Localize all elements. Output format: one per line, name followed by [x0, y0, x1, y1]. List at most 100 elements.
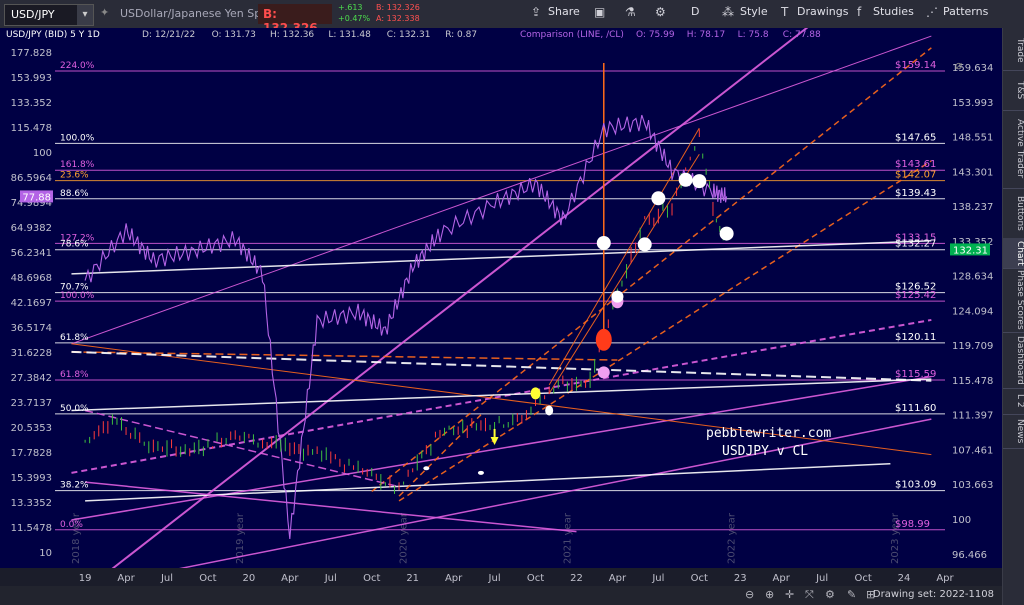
fib-value-label-9: $120.11: [895, 332, 936, 343]
x-axis-tick-16: 23: [734, 573, 747, 584]
left-axis-tick-19: 11.5478: [11, 523, 52, 534]
drawings-button[interactable]: Drawings: [797, 5, 848, 18]
chart-settings-icon[interactable]: ⌀: [955, 58, 969, 72]
x-axis-tick-18: Jul: [815, 573, 828, 584]
sidebar-tab-phase-scores[interactable]: Phase Scores: [1003, 268, 1024, 333]
fib-pct-label-6: 78.6%: [60, 240, 89, 250]
drawing-set-label: Drawing set: 2022-1108: [872, 589, 994, 600]
layout-icon[interactable]: ▣: [594, 5, 605, 19]
left-axis-tick-17: 15.3993: [11, 473, 52, 484]
right-axis-tick-8: 119.709: [952, 341, 993, 352]
studies-icon[interactable]: f: [857, 5, 861, 19]
right-axis-marker: 132.31: [953, 245, 988, 256]
year-watermark-3: 2021 year: [562, 512, 573, 564]
interval-button[interactable]: D: [691, 5, 699, 18]
sidebar-tab-l-2[interactable]: L 2: [1003, 388, 1024, 415]
chart-area[interactable]: 2018 year 2019 year 2020 year 2021 year 2022…: [0, 0, 1002, 603]
sidebar-tab-news[interactable]: News: [1003, 414, 1024, 449]
left-axis-tick-3: 115.478: [11, 123, 52, 134]
pencil-icon[interactable]: ✎: [847, 588, 856, 601]
marker-dot-5: [637, 237, 652, 252]
left-axis-tick-1: 153.993: [11, 73, 52, 84]
share-icon[interactable]: ⇪: [531, 5, 541, 19]
fib-pct-label-13: 0.0%: [60, 520, 83, 530]
bid-price-box: B: 132.326: [258, 4, 332, 35]
drawings-icon[interactable]: T: [781, 5, 788, 19]
chevron-down-icon[interactable]: ▾: [77, 5, 93, 25]
patterns-icon[interactable]: ⋰: [926, 5, 938, 19]
pan-icon[interactable]: ⤧: [805, 588, 814, 602]
style-icon[interactable]: ⁂: [722, 5, 734, 19]
top-toolbar: USD/JPY ▾ ✦ USDollar/Japanese Yen Spot B…: [0, 0, 1024, 35]
symbol-description: USDollar/Japanese Yen Spot: [120, 7, 273, 20]
year-watermark-2: 2020 year: [399, 512, 410, 564]
flask-icon[interactable]: ⚗: [625, 5, 636, 19]
marker-dot-0: [595, 328, 612, 351]
studies-button[interactable]: Studies: [873, 5, 914, 18]
bid-small: B: 132.326: [376, 3, 420, 12]
settings-icon[interactable]: ⚙: [825, 588, 835, 601]
x-axis-tick-13: Apr: [609, 573, 627, 584]
right-axis-tick-4: 138.237: [952, 202, 993, 213]
ohlc-c: C: 132.31: [387, 30, 431, 40]
magnifier-plus-icon[interactable]: ⊕: [765, 588, 774, 601]
right-axis-tick-10: 111.397: [952, 411, 993, 422]
crosshair-icon[interactable]: ✛: [785, 588, 794, 601]
left-axis-tick-2: 133.352: [11, 98, 52, 109]
bottom-toolbar: ⊖ ⊕ ✛ ⤧ ⚙ ✎ ⊞ Drawing set: 2022-1108: [0, 586, 1002, 605]
sidebar-tab-chart[interactable]: Chart: [1003, 238, 1024, 269]
patterns-button[interactable]: Patterns: [943, 5, 988, 18]
left-axis-tick-18: 13.3352: [11, 498, 52, 509]
sidebar-tab-active-trader[interactable]: Active Trader: [1003, 110, 1024, 189]
fib-value-label-1: $147.65: [895, 132, 936, 143]
fib-pct-label-12: 38.2%: [60, 481, 89, 491]
left-axis-tick-15: 20.5353: [11, 423, 52, 434]
left-axis-tick-16: 17.7828: [11, 448, 52, 459]
marker-dot-9: [719, 226, 734, 241]
right-axis-tick-1: 153.993: [952, 98, 993, 109]
marker-dot-6: [651, 191, 666, 206]
fib-pct-label-3: 23.6%: [60, 171, 89, 181]
x-axis-tick-20: 24: [898, 573, 911, 584]
x-axis-tick-9: Apr: [445, 573, 463, 584]
sidebar-tab-t-s[interactable]: T&S: [1003, 70, 1024, 111]
magnifier-minus-icon[interactable]: ⊖: [745, 588, 754, 601]
symbol-selector[interactable]: USD/JPY ▾: [4, 4, 94, 26]
right-axis-tick-9: 115.478: [952, 376, 993, 387]
left-axis-tick-13: 27.3842: [11, 373, 52, 384]
chart-title: USD/JPY (BID) 5 Y 1D: [6, 30, 100, 40]
x-axis-tick-14: Jul: [651, 573, 664, 584]
change-readout: +.613 +0.47%: [338, 2, 370, 24]
share-button[interactable]: Share: [548, 5, 580, 18]
left-axis-tick-0: 177.828: [11, 48, 52, 59]
right-axis-tick-11: 107.461: [952, 445, 993, 456]
sidebar-tab-buttons[interactable]: Buttons: [1003, 188, 1024, 239]
fib-value-label-3: $142.07: [895, 170, 936, 181]
price-chart[interactable]: 2018 year 2019 year 2020 year 2021 year 2022…: [0, 0, 1002, 602]
right-axis-tick-3: 143.301: [952, 167, 993, 178]
left-axis-marker: 77.88: [22, 192, 51, 203]
x-axis-tick-10: Jul: [488, 573, 501, 584]
fib-pct-label-2: 161.8%: [60, 160, 95, 170]
left-axis-tick-7: 64.9382: [11, 223, 52, 234]
marker-dot-3: [611, 290, 624, 303]
cl-readout-o: O: 75.99: [636, 30, 675, 40]
fib-pct-label-9: 61.8%: [60, 333, 89, 343]
style-button[interactable]: Style: [740, 5, 768, 18]
fib-value-label-0: $159.14: [895, 60, 936, 71]
sidebar-tab-dashboard[interactable]: Dashboard: [1003, 332, 1024, 389]
marker-dot-11: [545, 405, 554, 416]
pin-icon[interactable]: ✦: [100, 6, 109, 19]
fib-value-label-2: $143.61: [895, 159, 936, 170]
x-axis-tick-17: Apr: [773, 573, 791, 584]
change-abs: +.613: [338, 3, 363, 12]
x-axis-tick-11: Oct: [527, 573, 544, 584]
gear-icon[interactable]: ⚙: [655, 5, 666, 19]
marker-dot-13: [477, 470, 484, 475]
x-axis-tick-7: Oct: [363, 573, 380, 584]
ohlc-l: L: 131.48: [328, 30, 371, 40]
ohlc-o: O: 131.73: [212, 30, 256, 40]
sidebar-tab-trade[interactable]: Trade: [1003, 30, 1024, 71]
x-axis-tick-3: Oct: [199, 573, 216, 584]
fib-value-label-12: $103.09: [895, 480, 936, 491]
